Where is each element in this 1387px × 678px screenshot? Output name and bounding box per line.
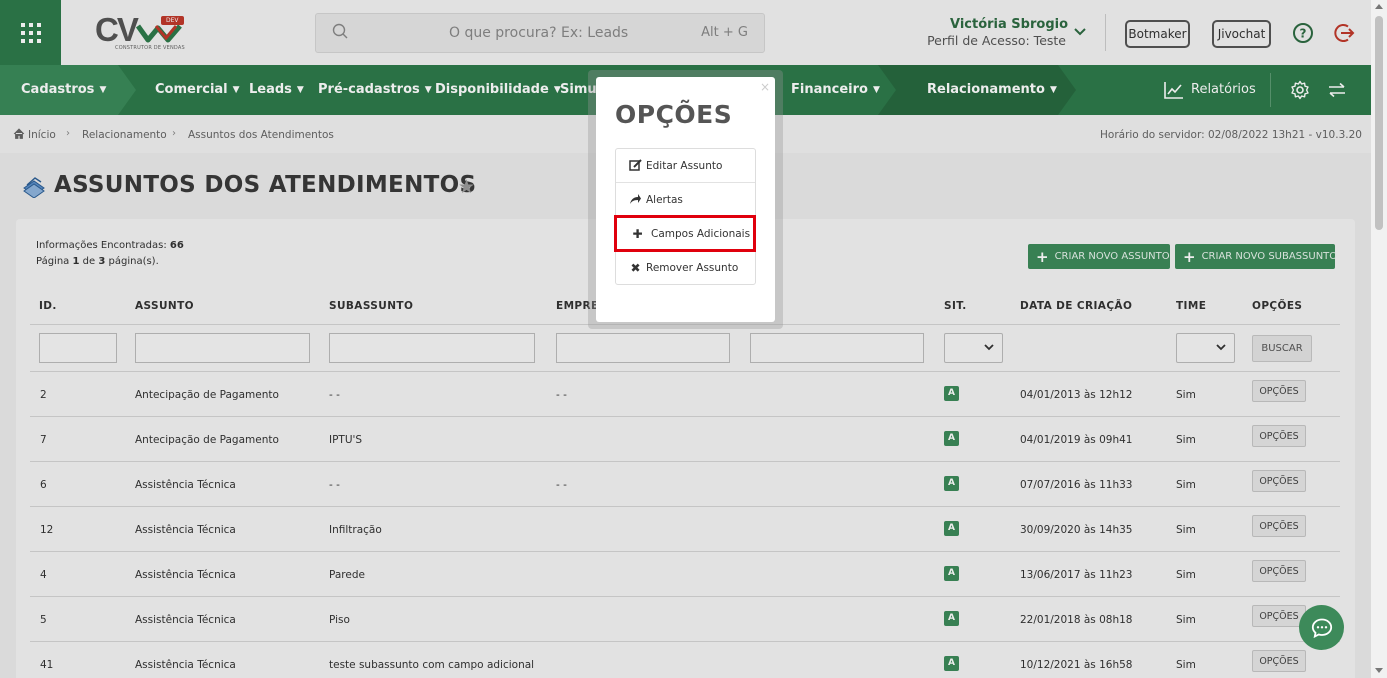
menu-item-edit-subject[interactable]: Editar Assunto xyxy=(616,149,755,183)
page-scrollbar[interactable] xyxy=(1371,0,1387,678)
highlight-box xyxy=(614,215,756,252)
menu-item-label: Alertas xyxy=(646,193,683,206)
menu-item-remove-subject[interactable]: ✖ Remover Assunto xyxy=(616,251,755,285)
chat-button[interactable] xyxy=(1299,605,1344,650)
menu-item-label: Remover Assunto xyxy=(646,262,739,274)
remove-x-icon: ✖ xyxy=(630,261,641,275)
close-icon[interactable]: × xyxy=(760,80,770,94)
scroll-up-arrow-icon[interactable] xyxy=(1375,4,1383,9)
menu-item-label: Editar Assunto xyxy=(646,159,723,172)
scroll-down-arrow-icon[interactable] xyxy=(1375,668,1383,673)
scroll-thumb[interactable] xyxy=(1375,16,1383,230)
modal-title: OPÇÕES xyxy=(615,100,733,129)
share-arrow-icon xyxy=(630,194,641,204)
app-page: CV DEV CONSTRUTOR DE VENDAS O que procur… xyxy=(0,0,1387,678)
menu-item-alerts[interactable]: Alertas xyxy=(616,183,755,217)
edit-icon xyxy=(629,159,642,171)
chat-icon xyxy=(1311,618,1332,638)
